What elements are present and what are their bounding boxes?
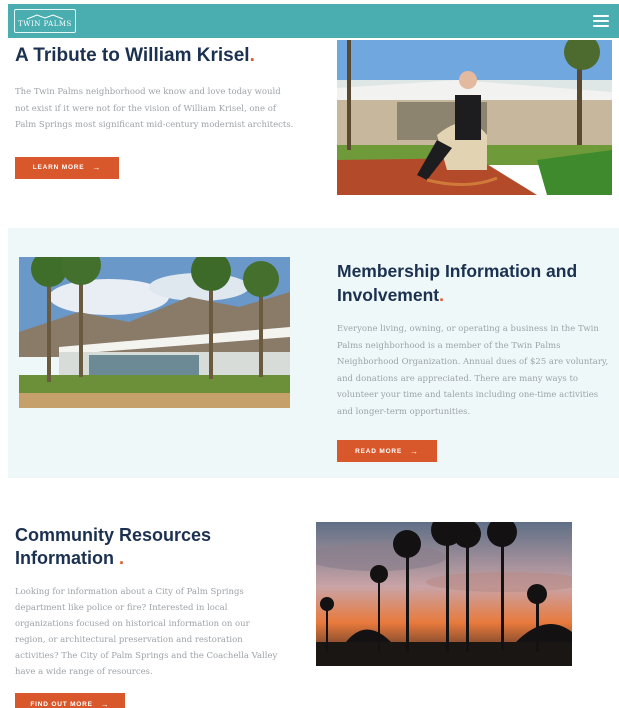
membership-title-text: Membership Information and Involvement xyxy=(337,261,578,305)
resources-title-text: Community Resources Information xyxy=(15,525,212,568)
find-out-more-label: FIND OUT MORE xyxy=(30,700,93,708)
resources-section: Community Resources Information . Lookin… xyxy=(15,524,295,708)
read-more-button[interactable]: READ MORE → xyxy=(337,440,437,462)
membership-title: Membership Information and Involvement. xyxy=(337,259,619,307)
find-out-more-button[interactable]: FIND OUT MORE → xyxy=(15,693,125,708)
logo-text: TWIN PALMS xyxy=(18,20,72,28)
tribute-title: A Tribute to William Krisel. xyxy=(15,44,305,67)
arrow-right-icon: → xyxy=(410,446,419,456)
resources-title: Community Resources Information . xyxy=(15,524,295,570)
arrow-right-icon: → xyxy=(100,699,110,708)
learn-more-label: LEARN MORE xyxy=(32,164,85,171)
site-header: TWIN PALMS xyxy=(8,4,619,38)
title-dot: . xyxy=(249,45,255,66)
site-logo[interactable]: TWIN PALMS xyxy=(14,9,76,33)
sunset-palms-photo xyxy=(316,522,572,666)
membership-body: Everyone living, owning, or operating a … xyxy=(337,324,609,417)
tribute-section: A Tribute to William Krisel. The Twin Pa… xyxy=(15,44,305,179)
arrow-right-icon: → xyxy=(92,163,102,172)
resources-body: Looking for information about a City of … xyxy=(15,587,278,677)
hamburger-menu-icon[interactable] xyxy=(593,15,609,27)
membership-section: Membership Information and Involvement. … xyxy=(337,259,619,462)
house-palms-photo xyxy=(19,257,290,408)
title-dot: . xyxy=(439,285,444,305)
title-dot: . xyxy=(119,548,125,568)
read-more-label: READ MORE xyxy=(355,447,403,455)
tribute-title-text: A Tribute to William Krisel xyxy=(15,45,250,66)
tribute-body: The Twin Palms neighborhood we know and … xyxy=(15,87,294,130)
krisel-photo xyxy=(337,40,612,195)
learn-more-button[interactable]: LEARN MORE → xyxy=(15,156,119,179)
